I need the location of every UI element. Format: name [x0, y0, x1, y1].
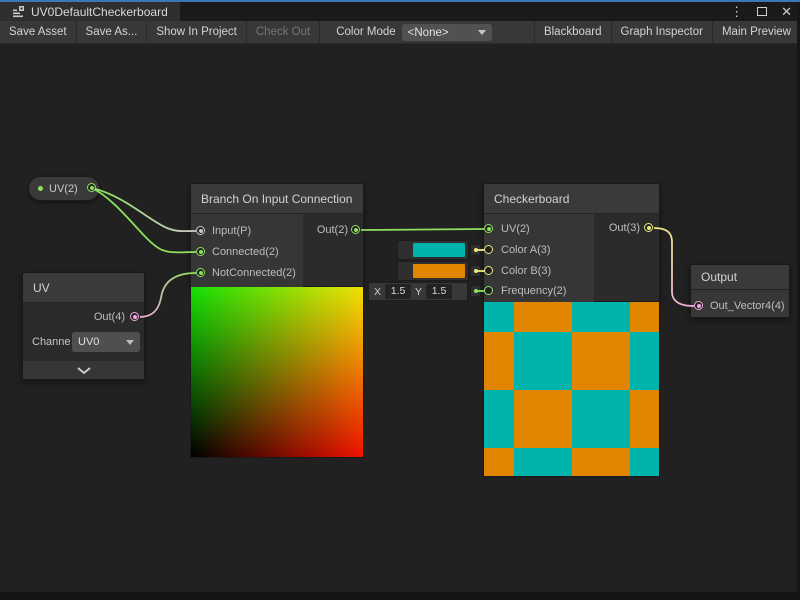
output-port-label: Out_Vector4(4)	[710, 299, 785, 313]
uv-channel-label: Channe	[32, 335, 71, 349]
color-b-swatch[interactable]	[413, 264, 465, 278]
checkerboard-node-header[interactable]: Checkerboard	[484, 184, 659, 214]
frequency-x-input[interactable]: 1.5	[385, 284, 411, 299]
graph-canvas[interactable]: UV(2) UV Out(4) Channe UV0 Branch On Inp…	[0, 44, 800, 593]
checkerboard-colorb-port-label: Color B(3)	[501, 264, 551, 278]
edge-uv2-to-input[interactable]	[92, 188, 196, 231]
chevron-down-icon	[77, 367, 91, 374]
color-a-connector-dot	[474, 248, 478, 252]
frequency-x-label: X	[374, 286, 381, 298]
branch-node-uv-gradient-preview	[190, 287, 364, 458]
frequency-y-input[interactable]: 1.5	[426, 284, 452, 299]
port-branch-notconnected[interactable]	[196, 268, 205, 277]
output-node-header[interactable]: Output	[691, 265, 789, 290]
checkerboard-frequency-port-label: Frequency(2)	[501, 284, 566, 298]
checkerboard-out-port-label: Out(3)	[590, 221, 640, 235]
port-uv-out4[interactable]	[130, 312, 139, 321]
edge-branchout-to-checkerboard-uv[interactable]	[361, 229, 484, 230]
window-close-icon[interactable]: ✕	[781, 2, 792, 21]
branch-node-title: Branch On Input Connection	[201, 192, 352, 206]
window-maximize-icon[interactable]	[757, 7, 767, 16]
branch-connected-port-label: Connected(2)	[212, 245, 279, 259]
color-b-connector	[470, 265, 481, 277]
edge-checkerboardout-to-output[interactable]	[654, 228, 694, 306]
color-mode-value: <None>	[408, 27, 449, 39]
window-controls: ⋮ ✕	[730, 2, 792, 21]
branch-input-port-label: Input(P)	[212, 224, 251, 238]
frequency-field: X 1.5 Y 1.5	[368, 282, 468, 301]
edge-uv2-to-connected[interactable]	[92, 188, 196, 252]
checkerboard-uv-port-label: UV(2)	[501, 222, 530, 236]
tab-title: UV0DefaultCheckerboard	[31, 5, 168, 19]
checkerboard-node-preview	[483, 302, 660, 477]
uv-node-collapse-toggle[interactable]	[23, 360, 144, 379]
save-asset-button[interactable]: Save Asset	[0, 21, 76, 43]
branch-out-port-label: Out(2)	[300, 223, 348, 237]
port-checkerboard-out[interactable]	[644, 223, 653, 232]
chevron-down-icon	[478, 30, 486, 35]
main-preview-button[interactable]: Main Preview	[713, 21, 800, 43]
color-mode-dropdown[interactable]: <None>	[402, 24, 492, 41]
blackboard-button[interactable]: Blackboard	[535, 21, 611, 43]
port-branch-out[interactable]	[351, 225, 360, 234]
toolbar-right-group: Blackboard Graph Inspector Main Preview	[534, 21, 800, 43]
shader-graph-asset-icon	[12, 5, 25, 18]
toolbar-separator	[319, 21, 320, 43]
preview-state-dot	[38, 186, 43, 191]
port-checkerboard-frequency[interactable]	[484, 286, 493, 295]
frequency-connector	[470, 285, 481, 297]
color-mode-label: Color Mode	[330, 21, 401, 43]
checkerboard-node-title: Checkerboard	[494, 192, 569, 206]
toolbar: Save Asset Save As... Show In Project Ch…	[0, 21, 800, 44]
port-branch-connected[interactable]	[196, 247, 205, 256]
port-branch-input[interactable]	[196, 226, 205, 235]
check-out-button: Check Out	[247, 21, 319, 43]
port-output-vector4[interactable]	[694, 301, 703, 310]
checkerboard-colora-port-label: Color A(3)	[501, 243, 551, 257]
uv-node-title: UV	[33, 281, 50, 295]
branch-node-header[interactable]: Branch On Input Connection	[191, 184, 363, 214]
port-uv2-redirect-out[interactable]	[87, 183, 96, 192]
port-checkerboard-color-b[interactable]	[484, 266, 493, 275]
redirect-node-label: UV(2)	[49, 183, 78, 195]
color-a-swatch[interactable]	[413, 243, 465, 257]
window-menu-icon[interactable]: ⋮	[730, 2, 743, 21]
branch-notconnected-port-label: NotConnected(2)	[212, 266, 296, 280]
edge-uvout4-to-notconnected[interactable]	[140, 273, 196, 317]
port-checkerboard-color-a[interactable]	[484, 245, 493, 254]
chevron-down-icon	[126, 340, 134, 345]
frequency-y-label: Y	[415, 286, 422, 298]
color-b-connector-dot	[474, 269, 478, 273]
window-bottom-edge	[0, 592, 800, 600]
uv-channel-value: UV0	[78, 336, 99, 348]
graph-inspector-button[interactable]: Graph Inspector	[612, 21, 712, 43]
output-node-title: Output	[701, 270, 737, 284]
color-a-connector	[470, 244, 481, 256]
show-in-project-button[interactable]: Show In Project	[147, 21, 246, 43]
frequency-connector-dot	[474, 289, 478, 293]
titlebar: UV0DefaultCheckerboard ⋮ ✕	[0, 2, 800, 21]
uv-node-header[interactable]: UV	[23, 273, 144, 303]
uv-out-port-label: Out(4)	[70, 310, 125, 324]
tab-shader-graph[interactable]: UV0DefaultCheckerboard	[0, 2, 180, 21]
save-as-button[interactable]: Save As...	[77, 21, 147, 43]
uv-channel-dropdown[interactable]: UV0	[72, 332, 140, 352]
port-checkerboard-uv[interactable]	[484, 224, 493, 233]
